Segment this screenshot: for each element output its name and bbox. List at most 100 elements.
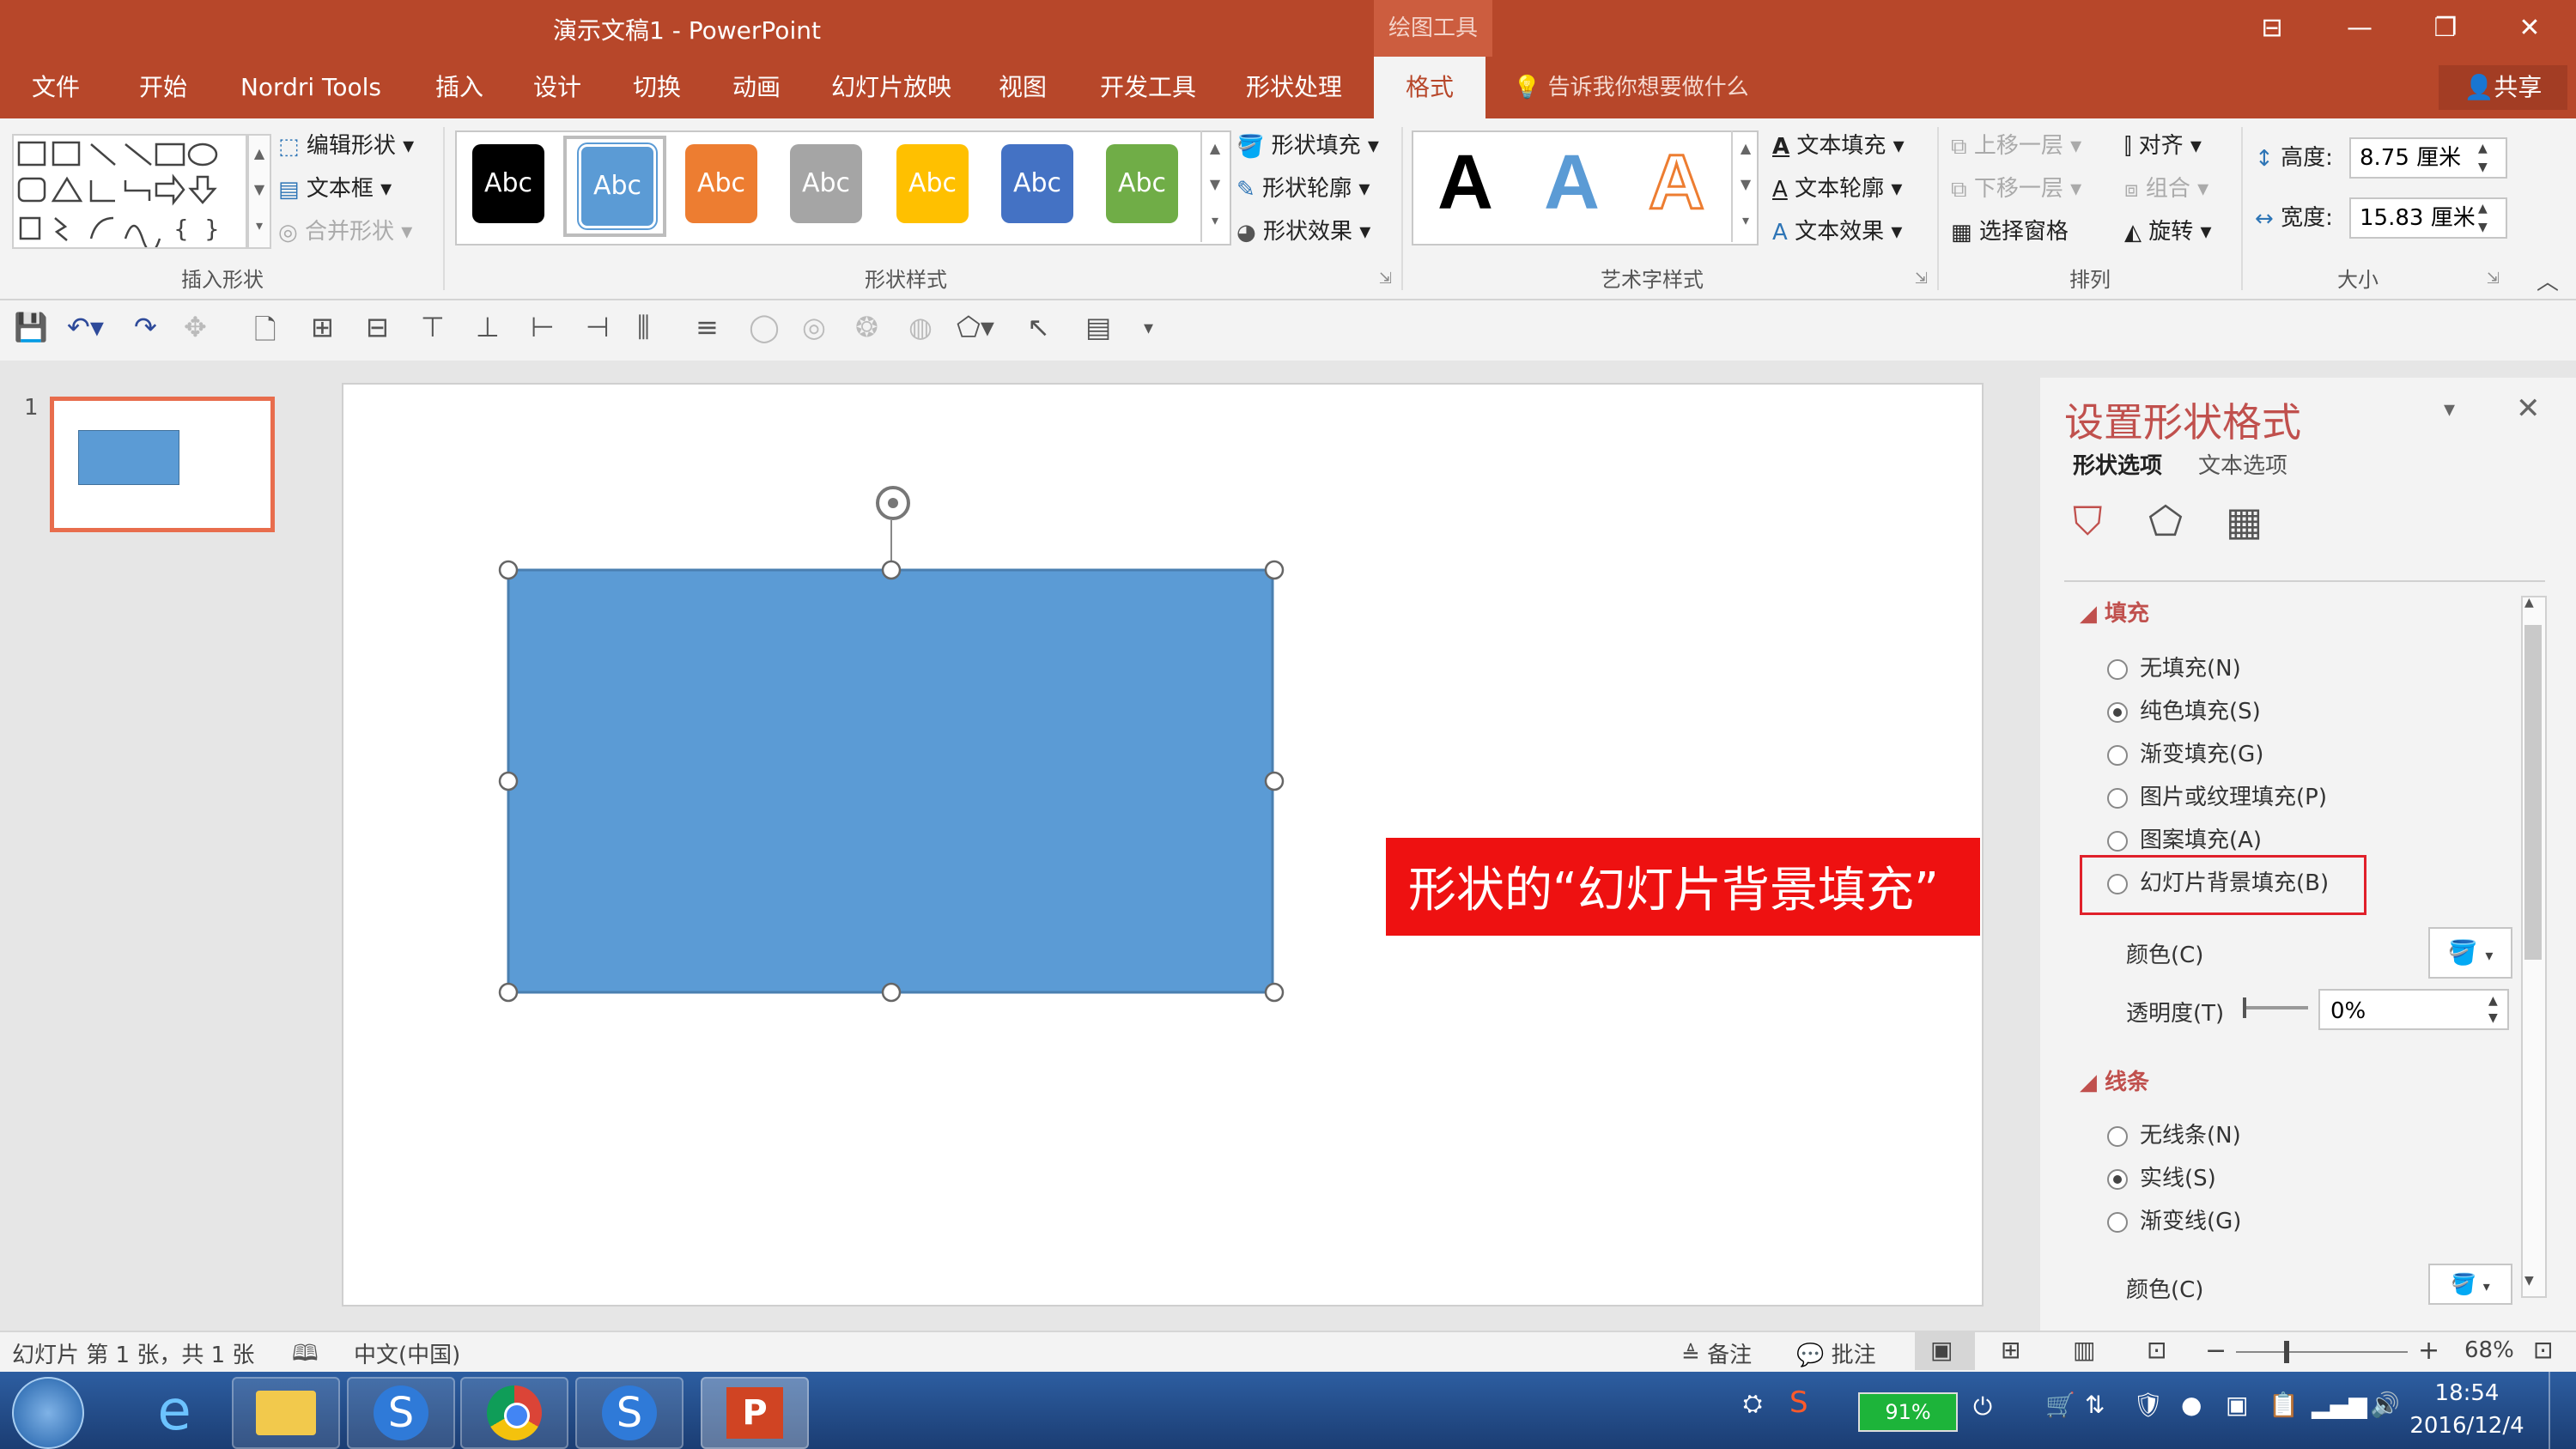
size-properties-icon[interactable]: ▦	[2226, 498, 2263, 544]
shape-effects-button[interactable]: ◕ 形状效果 ▾	[1236, 215, 1370, 249]
signal-icon[interactable]: ▂▄▆	[2312, 1391, 2367, 1419]
transparency-input[interactable]: 0%	[2318, 989, 2509, 1030]
view-slideshow-icon[interactable]: ⊡	[2147, 1336, 2166, 1364]
undo-icon[interactable]: ↶▾	[67, 311, 104, 343]
tab-insert[interactable]: 插入	[421, 57, 498, 118]
align-bottom-icon[interactable]: ⊥	[476, 311, 500, 343]
save-icon[interactable]: 💾	[14, 311, 48, 343]
line-option-gradient[interactable]: 渐变线(G)	[2107, 1203, 2241, 1235]
new-slide-icon[interactable]: 🗋	[254, 311, 276, 357]
pane-scrollbar-thumb[interactable]	[2524, 625, 2542, 960]
tab-animations[interactable]: 动画	[718, 57, 795, 118]
tab-nordri-tools[interactable]: Nordri Tools	[227, 57, 395, 118]
height-spinner-icon[interactable]: ▲ ▼	[2478, 139, 2488, 177]
effects-pentagon-icon[interactable]: ⬠	[2148, 498, 2183, 544]
usb-icon[interactable]: ⇅	[2085, 1391, 2105, 1419]
align-top-icon[interactable]: ⊤	[421, 311, 445, 343]
start-button-icon[interactable]	[12, 1377, 84, 1449]
transparency-spinner-icon[interactable]: ▲ ▼	[2488, 992, 2498, 1027]
fragment-shapes-icon[interactable]: ❂	[855, 311, 878, 343]
fill-option-gradient[interactable]: 渐变填充(G)	[2107, 737, 2263, 768]
merge-shapes-button[interactable]: ◎ 合并形状 ▾	[278, 215, 412, 249]
share-button[interactable]: 👤共享	[2439, 65, 2567, 110]
text-effects-button[interactable]: A 文本效果 ▾	[1772, 215, 1902, 249]
fill-line-icon[interactable]: ⛉	[2073, 498, 2103, 546]
language-status[interactable]: 中文(中国)	[354, 1337, 460, 1369]
close-pane-icon[interactable]: ✕	[2516, 391, 2541, 426]
tab-slideshow[interactable]: 幻灯片放映	[823, 57, 960, 118]
group-button[interactable]: ⧈ 组合 ▾	[2124, 172, 2208, 206]
selection-pane-button[interactable]: ▦ 选择窗格	[1951, 215, 2069, 249]
intersect-shapes-icon[interactable]: ◍	[908, 311, 933, 343]
selected-rectangle-shape[interactable]	[507, 568, 1274, 994]
antivirus-icon[interactable]: ●	[2181, 1391, 2202, 1419]
powerpoint-taskbar-item[interactable]: P	[701, 1377, 809, 1449]
rotate-button[interactable]: ◭ 旋转 ▾	[2124, 215, 2212, 249]
minimize-button[interactable]: —	[2317, 0, 2403, 57]
transparency-slider-thumb[interactable]	[2243, 997, 2246, 1018]
sogou-ime-icon[interactable]: S	[1789, 1385, 1808, 1420]
fill-option-pattern[interactable]: 图案填充(A)	[2107, 822, 2262, 854]
zoom-level[interactable]: 68%	[2464, 1337, 2514, 1363]
edit-shape-button[interactable]: ⬚ 编辑形状 ▾	[278, 129, 414, 163]
tab-view[interactable]: 视图	[984, 57, 1061, 118]
text-outline-button[interactable]: A 文本轮廓 ▾	[1772, 172, 1902, 206]
line-section-header[interactable]: ◢ 线条	[2080, 1064, 2149, 1096]
customize-qat-icon[interactable]: ▾	[1144, 318, 1153, 339]
shape-style-sample-gray[interactable]: Abc	[790, 144, 862, 223]
chrome-taskbar-item[interactable]	[460, 1377, 568, 1449]
dialog-launcher-icon[interactable]: ⇲	[1379, 270, 1392, 288]
tab-text-options[interactable]: 文本选项	[2198, 448, 2287, 480]
line-option-solid[interactable]: 实线(S)	[2107, 1161, 2216, 1192]
line-color-picker[interactable]: 🪣 ▾	[2428, 1264, 2512, 1305]
power-plug-icon[interactable]: ⏻	[1973, 1392, 1992, 1422]
rotate-handle-icon[interactable]	[876, 486, 910, 520]
align-center-icon[interactable]: ⊞	[311, 311, 334, 343]
scroll-up-icon[interactable]: ▲	[2524, 596, 2534, 609]
clock-date[interactable]: 2016/12/4	[2404, 1413, 2530, 1439]
restore-button[interactable]: ❐	[2403, 0, 2488, 57]
shape-style-sample-blue-outline[interactable]: Abc	[579, 144, 656, 228]
sogou-browser-taskbar-item[interactable]: S	[575, 1377, 683, 1449]
tab-format[interactable]: 格式	[1374, 57, 1485, 118]
tab-file[interactable]: 文件	[17, 57, 94, 118]
clock-time[interactable]: 18:54	[2420, 1380, 2514, 1406]
shape-outline-button[interactable]: ✎ 形状轮廓 ▾	[1236, 172, 1370, 206]
send-backward-button[interactable]: ⧉ 下移一层 ▾	[1951, 172, 2081, 206]
fit-to-window-icon[interactable]: ⊡	[2533, 1336, 2553, 1364]
align-middle-icon[interactable]: ⊟	[366, 311, 389, 343]
fill-section-header[interactable]: ◢ 填充	[2080, 596, 2149, 627]
shape-style-sample-black[interactable]: Abc	[472, 144, 544, 223]
slide-thumbnail[interactable]	[50, 397, 275, 532]
monitor-icon[interactable]: ▣	[2226, 1391, 2248, 1419]
distribute-horizontal-icon[interactable]: ⫼	[637, 311, 650, 344]
show-desktop-button[interactable]	[2549, 1372, 2576, 1449]
align-right-icon[interactable]: ⊣	[586, 311, 610, 343]
fill-option-none[interactable]: 无填充(N)	[2107, 651, 2241, 682]
network-share-icon[interactable]: ⛭	[1743, 1389, 1762, 1418]
document-icon[interactable]: ▤	[1085, 311, 1111, 343]
shape-styles-scroll[interactable]: ▲ ▼ ▾	[1200, 130, 1228, 242]
shape-style-sample-dark-blue[interactable]: Abc	[1001, 144, 1073, 223]
sogou-taskbar-item[interactable]: S	[347, 1377, 455, 1449]
distribute-vertical-icon[interactable]: ≡	[696, 311, 719, 343]
spell-check-icon[interactable]: 🕮	[292, 1337, 319, 1375]
wordart-sample-black[interactable]: A	[1437, 139, 1493, 227]
tab-transitions[interactable]: 切换	[618, 57, 696, 118]
view-reading-icon[interactable]: ▥	[2073, 1336, 2095, 1364]
notes-button[interactable]: ≜ 备注	[1681, 1337, 1752, 1369]
tab-developer[interactable]: 开发工具	[1089, 57, 1207, 118]
bring-forward-button[interactable]: ⧉ 上移一层 ▾	[1951, 129, 2081, 163]
union-shapes-icon[interactable]: ◯	[749, 311, 780, 343]
width-spinner-icon[interactable]: ▲ ▼	[2478, 199, 2488, 237]
shape-style-sample-orange[interactable]: Abc	[685, 144, 757, 223]
combine-shapes-icon[interactable]: ◎	[802, 311, 826, 343]
file-explorer-taskbar-item[interactable]	[232, 1377, 340, 1449]
shape-style-sample-gold[interactable]: Abc	[896, 144, 969, 223]
transparency-slider[interactable]	[2243, 1006, 2308, 1009]
line-option-none[interactable]: 无线条(N)	[2107, 1118, 2241, 1149]
close-button[interactable]: ✕	[2487, 0, 2573, 57]
fill-option-solid[interactable]: 纯色填充(S)	[2107, 694, 2261, 725]
shapes-gallery-scroll[interactable]: ▲ ▼ ▾	[247, 134, 271, 249]
battery-indicator[interactable]: 91%	[1858, 1392, 1958, 1432]
